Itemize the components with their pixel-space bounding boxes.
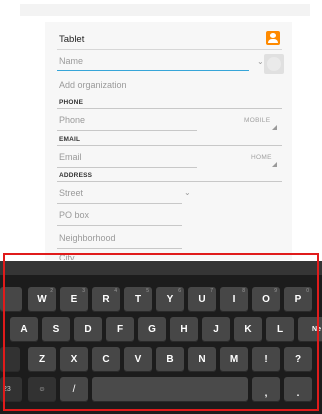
contact-editor-form: Tablet Name ⌄ Add organization PHONE Pho… (45, 22, 292, 260)
name-field[interactable]: Name (59, 56, 83, 66)
phone-type-dropdown-icon (272, 125, 277, 130)
phone-section-header: PHONE (59, 99, 84, 106)
email-type-selector[interactable]: HOME (251, 154, 272, 161)
phone-divider (57, 108, 282, 109)
name-expand-chevron-icon[interactable]: ⌄ (257, 57, 264, 66)
phone-type-selector[interactable]: MOBILE (244, 117, 270, 124)
account-label: Tablet (59, 34, 85, 45)
neighborhood-field[interactable]: Neighborhood (59, 233, 116, 243)
phone-field[interactable]: Phone (59, 115, 85, 125)
email-type-dropdown-icon (272, 162, 277, 167)
phone-field-underline (57, 130, 197, 131)
action-bar-strip (20, 4, 310, 16)
street-field-underline (57, 203, 182, 204)
add-organization-link[interactable]: Add organization (59, 80, 127, 90)
po-box-field[interactable]: PO box (59, 210, 89, 220)
name-field-underline (57, 70, 249, 71)
email-field-underline (57, 167, 197, 168)
address-section-header: ADDRESS (59, 172, 93, 179)
street-field[interactable]: Street (59, 188, 83, 198)
email-field[interactable]: Email (59, 152, 82, 162)
neighborhood-field-underline (57, 248, 182, 249)
top-bar (0, 0, 322, 20)
po-box-field-underline (57, 225, 182, 226)
highlight-frame (3, 253, 319, 411)
account-icon (266, 31, 280, 45)
email-section-header: EMAIL (59, 136, 81, 143)
address-divider (57, 181, 282, 182)
street-expand-chevron-icon[interactable]: ⌄ (184, 188, 191, 197)
email-divider (57, 145, 282, 146)
account-row[interactable]: Tablet (57, 28, 282, 50)
contact-photo[interactable] (264, 54, 284, 74)
